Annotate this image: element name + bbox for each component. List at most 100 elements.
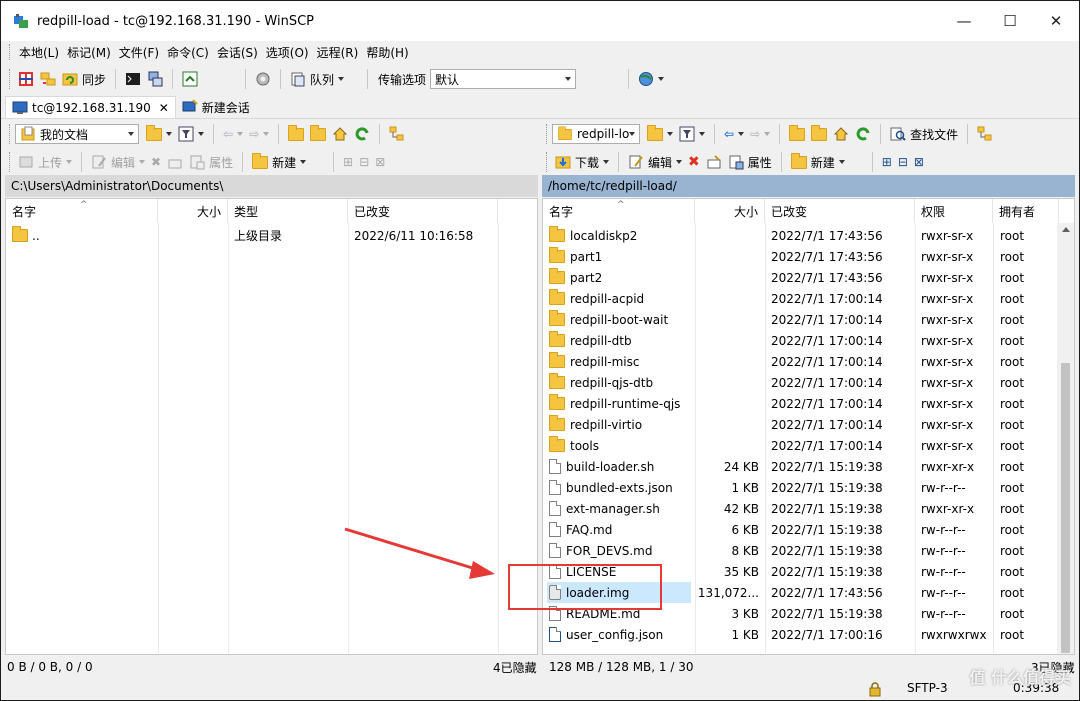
find-files-button[interactable]: 查找文件 (887, 123, 961, 145)
col-header-owner[interactable]: 拥有者 (993, 199, 1059, 223)
left-delete-button[interactable]: ✖ (148, 151, 164, 173)
scroll-up-icon[interactable] (1062, 227, 1070, 232)
right-root-dir-button[interactable] (808, 123, 830, 145)
right-parent-dir-button[interactable] (786, 123, 808, 145)
menu-remote[interactable]: 远程(R) (313, 44, 363, 61)
left-root-dir-button[interactable] (307, 123, 329, 145)
table-row[interactable]: ext-manager.sh 42 KB 2022/7/1 15:19:38 rwxr… (543, 498, 1074, 519)
tab-close-icon[interactable]: ✕ (159, 101, 169, 115)
left-properties-button[interactable]: 属性 (186, 151, 236, 173)
left-filter-select-button[interactable]: ⊠ (372, 151, 388, 173)
left-forward-button[interactable]: ⇨ (246, 123, 272, 145)
col-header-name[interactable]: 名字 ^ (6, 199, 158, 223)
table-row[interactable]: redpill-acpid 2022/7/1 17:00:14 rwxr-sr-x r… (543, 288, 1074, 309)
right-properties-button[interactable]: 属性 (725, 151, 775, 173)
right-path-bar[interactable]: /home/tc/redpill-load/ (542, 175, 1075, 197)
documents-icon (20, 126, 36, 142)
menu-file[interactable]: 文件(F) (115, 44, 163, 61)
col-header-rights[interactable]: 权限 (915, 199, 993, 223)
left-hidden-count[interactable]: 4已隐藏 (493, 659, 537, 676)
menu-session[interactable]: 会话(S) (213, 44, 262, 61)
maximize-button[interactable]: ☐ (987, 1, 1033, 41)
right-forward-button[interactable]: ⇨ (747, 123, 773, 145)
table-row[interactable]: user_config.json 1 KB 2022/7/1 17:00:16 rwx… (543, 624, 1074, 645)
right-open-dir-button[interactable] (644, 123, 676, 145)
col-header-name[interactable]: 名字 ^ (543, 199, 695, 223)
file-owner-cell: root (1000, 249, 1025, 264)
menu-options[interactable]: 选项(O) (262, 44, 313, 61)
explorer-button[interactable] (179, 68, 201, 90)
left-rename-button[interactable] (164, 151, 186, 173)
transfer-options-select[interactable]: 默认 (430, 69, 577, 89)
right-edit-button[interactable]: 编辑 (625, 151, 685, 173)
left-back-button[interactable]: ⇦ (220, 123, 246, 145)
right-unselect-button[interactable]: ⊟ (895, 151, 911, 173)
left-refresh-button[interactable] (351, 123, 373, 145)
col-header-size[interactable]: 大小 (158, 199, 228, 223)
right-refresh-button[interactable] (852, 123, 874, 145)
right-filter-button[interactable] (676, 123, 708, 145)
table-row[interactable]: build-loader.sh 24 KB 2022/7/1 15:19:38 rwx… (543, 456, 1074, 477)
close-button[interactable]: ✕ (1033, 1, 1079, 41)
table-row[interactable]: redpill-runtime-qjs 2022/7/1 17:00:14 rwxr… (543, 393, 1074, 414)
left-location-select[interactable]: 我的文档 (15, 124, 139, 144)
upload-button[interactable]: 上传 (15, 151, 75, 173)
right-delete-button[interactable]: ✖ (685, 151, 703, 173)
right-select-all-button[interactable]: ⊞ (879, 151, 895, 173)
table-row[interactable]: localdiskp2 2022/7/1 17:43:56 rwxr-sr-x roo… (543, 225, 1074, 246)
menu-local[interactable]: 本地(L) (15, 44, 63, 61)
sync-browse-button[interactable] (37, 68, 59, 90)
right-tree-button[interactable] (974, 123, 996, 145)
scrollbar-thumb[interactable] (1061, 363, 1070, 653)
table-row[interactable]: part1 2022/7/1 17:43:56 rwxr-sr-x root (543, 246, 1074, 267)
menu-commands[interactable]: 命令(C) (163, 44, 213, 61)
right-back-button[interactable]: ⇦ (721, 123, 747, 145)
menu-help[interactable]: 帮助(H) (362, 44, 412, 61)
right-home-button[interactable] (830, 123, 852, 145)
table-row[interactable]: redpill-boot-wait 2022/7/1 17:00:14 rwxr-s… (543, 309, 1074, 330)
putty-button[interactable] (144, 68, 166, 90)
right-scrollbar[interactable] (1057, 223, 1074, 654)
left-edit-button[interactable]: 编辑 (88, 151, 148, 173)
col-header-size[interactable]: 大小 (695, 199, 765, 223)
left-filter-button[interactable] (175, 123, 207, 145)
table-row[interactable]: redpill-virtio 2022/7/1 17:00:14 rwxr-sr-x… (543, 414, 1074, 435)
tab-session-active[interactable]: tc@192.168.31.190 ✕ (5, 96, 176, 118)
table-row[interactable]: part2 2022/7/1 17:43:56 rwxr-sr-x root (543, 267, 1074, 288)
synchronize-button[interactable]: 同步 (59, 68, 109, 90)
left-open-dir-button[interactable] (143, 123, 175, 145)
table-row[interactable]: tools 2022/7/1 17:00:14 rwxr-sr-x root (543, 435, 1074, 456)
file-name: localdiskp2 (570, 228, 638, 243)
download-button[interactable]: 下载 (552, 151, 612, 173)
left-home-button[interactable] (329, 123, 351, 145)
table-row[interactable]: redpill-qjs-dtb 2022/7/1 17:00:14 rwxr-sr-… (543, 372, 1074, 393)
table-row[interactable]: .. 上级目录 2022/6/11 10:16:58 (6, 225, 537, 246)
queue-button[interactable]: 队列 (287, 68, 347, 90)
left-path-bar[interactable]: C:\Users\Administrator\Documents\ (5, 175, 538, 197)
left-unselect-button[interactable]: ⊟ (356, 151, 372, 173)
table-row[interactable]: bundled-exts.json 1 KB 2022/7/1 15:19:38 rw… (543, 477, 1074, 498)
preferences-button[interactable] (252, 68, 274, 90)
col-header-changed[interactable]: 已改变 (765, 199, 915, 223)
menu-mark[interactable]: 标记(M) (63, 44, 115, 61)
right-location-select[interactable]: redpill-lo (552, 124, 640, 144)
local-file-panel[interactable]: 名字 ^ 大小 类型 已改变 .. 上级目录 2022/6/11 10:16:58 (5, 198, 538, 655)
col-header-type[interactable]: 类型 (228, 199, 348, 223)
table-row[interactable]: FAQ.md 6 KB 2022/7/1 15:19:38 rw-r--r-- root (543, 519, 1074, 540)
left-new-button[interactable]: 新建 (249, 151, 309, 173)
col-header-changed[interactable]: 已改变 (348, 199, 498, 223)
globe-button[interactable] (635, 68, 667, 90)
compare-dirs-button[interactable] (15, 68, 37, 90)
table-row[interactable]: redpill-dtb 2022/7/1 17:00:14 rwxr-sr-x roo… (543, 330, 1074, 351)
table-row[interactable]: FOR_DEVS.md 8 KB 2022/7/1 15:19:38 rw-r--r-… (543, 540, 1074, 561)
minimize-button[interactable]: — (941, 1, 987, 41)
left-tree-button[interactable] (386, 123, 408, 145)
table-row[interactable]: redpill-misc 2022/7/1 17:00:14 rwxr-sr-x ro… (543, 351, 1074, 372)
right-rename-button[interactable] (703, 151, 725, 173)
left-parent-dir-button[interactable] (285, 123, 307, 145)
tab-new-session[interactable]: 新建会话 (176, 96, 256, 118)
console-button[interactable] (122, 68, 144, 90)
left-select-all-button[interactable]: ⊞ (340, 151, 356, 173)
right-new-button[interactable]: 新建 (788, 151, 848, 173)
right-filter-select-button[interactable]: ⊠ (911, 151, 927, 173)
